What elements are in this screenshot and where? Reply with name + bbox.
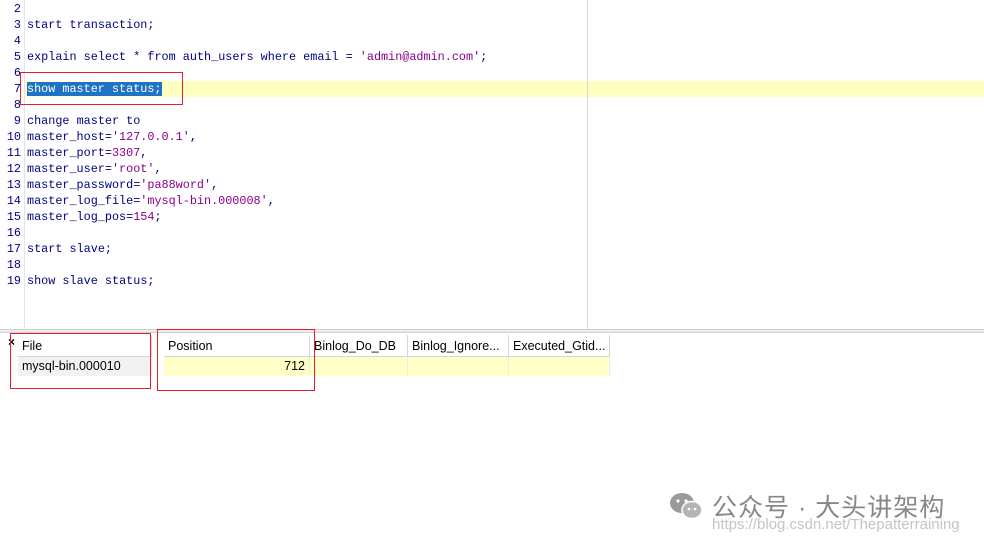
annotation-box-file xyxy=(10,333,151,389)
line-number: 4 xyxy=(13,34,21,48)
code-text: master_port=3307, xyxy=(27,146,148,160)
code-line[interactable]: 13 master_password='pa88word', xyxy=(0,177,218,193)
line-number: 9 xyxy=(13,114,21,128)
code-text: master_log_pos=154; xyxy=(27,210,162,224)
code-text: change master to xyxy=(27,114,141,128)
gutter-divider xyxy=(24,0,25,329)
line-number: 17 xyxy=(6,242,21,256)
code-line[interactable]: 18 xyxy=(0,257,21,273)
code-line[interactable]: 7 show master status; xyxy=(0,81,162,97)
line-number: 3 xyxy=(13,18,21,32)
cell-binlog-do-db[interactable] xyxy=(310,357,408,376)
line-number: 7 xyxy=(13,82,21,96)
line-number: 6 xyxy=(13,66,21,80)
column-header-binlog-ignore[interactable]: Binlog_Ignore... xyxy=(408,335,509,357)
code-line[interactable]: 3 start transaction; xyxy=(0,17,155,33)
code-text: show slave status; xyxy=(27,274,155,288)
cell-binlog-ignore[interactable] xyxy=(408,357,509,376)
code-text: master_log_file='mysql-bin.000008', xyxy=(27,194,275,208)
code-line[interactable]: 4 xyxy=(0,33,21,49)
code-text: master_user='root', xyxy=(27,162,162,176)
line-number: 16 xyxy=(6,226,21,240)
code-line[interactable]: 2 xyxy=(0,1,21,17)
line-number: 19 xyxy=(6,274,21,288)
right-margin-line xyxy=(587,0,588,329)
line-number: 18 xyxy=(6,258,21,272)
code-line[interactable]: 19 show slave status; xyxy=(0,273,155,289)
code-line[interactable]: 8 xyxy=(0,97,21,113)
line-number: 11 xyxy=(6,146,21,160)
code-line[interactable]: 11 master_port=3307, xyxy=(0,145,148,161)
code-line[interactable]: 12 master_user='root', xyxy=(0,161,162,177)
annotation-box-position xyxy=(157,329,315,391)
column-header-executed-gtid[interactable]: Executed_Gtid... xyxy=(509,335,610,357)
line-number: 8 xyxy=(13,98,21,112)
cell-executed-gtid[interactable] xyxy=(509,357,610,376)
code-line[interactable]: 9 change master to xyxy=(0,113,140,129)
line-number: 5 xyxy=(13,50,21,64)
code-text: master_password='pa88word', xyxy=(27,178,219,192)
code-text: start slave; xyxy=(27,242,112,256)
code-line[interactable]: 6 xyxy=(0,65,21,81)
code-line[interactable]: 17 start slave; xyxy=(0,241,112,257)
code-text: master_host='127.0.0.1', xyxy=(27,130,197,144)
line-number: 2 xyxy=(13,2,21,16)
code-line[interactable]: 16 xyxy=(0,225,21,241)
column-header-binlog-do-db[interactable]: Binlog_Do_DB xyxy=(310,335,408,357)
watermark-url: https://blog.csdn.net/Thepatterraining xyxy=(712,516,960,533)
code-text: start transaction; xyxy=(27,18,155,32)
line-number: 13 xyxy=(6,178,21,192)
code-line[interactable]: 15 master_log_pos=154; xyxy=(0,209,162,225)
line-number: 15 xyxy=(6,210,21,224)
line-number: 14 xyxy=(6,194,21,208)
line-number: 12 xyxy=(6,162,21,176)
sql-editor[interactable]: 2 3 start transaction; 4 5 explain select * f… xyxy=(0,0,984,329)
code-text: explain select * from auth_users where e… xyxy=(27,50,488,64)
code-line[interactable]: 10 master_host='127.0.0.1', xyxy=(0,129,197,145)
annotation-box-show-master xyxy=(20,72,183,105)
code-line[interactable]: 5 explain select * from auth_users where … xyxy=(0,49,487,65)
line-number: 10 xyxy=(6,130,21,144)
wechat-icon xyxy=(670,493,703,520)
code-line[interactable]: 14 master_log_file='mysql-bin.000008', xyxy=(0,193,275,209)
